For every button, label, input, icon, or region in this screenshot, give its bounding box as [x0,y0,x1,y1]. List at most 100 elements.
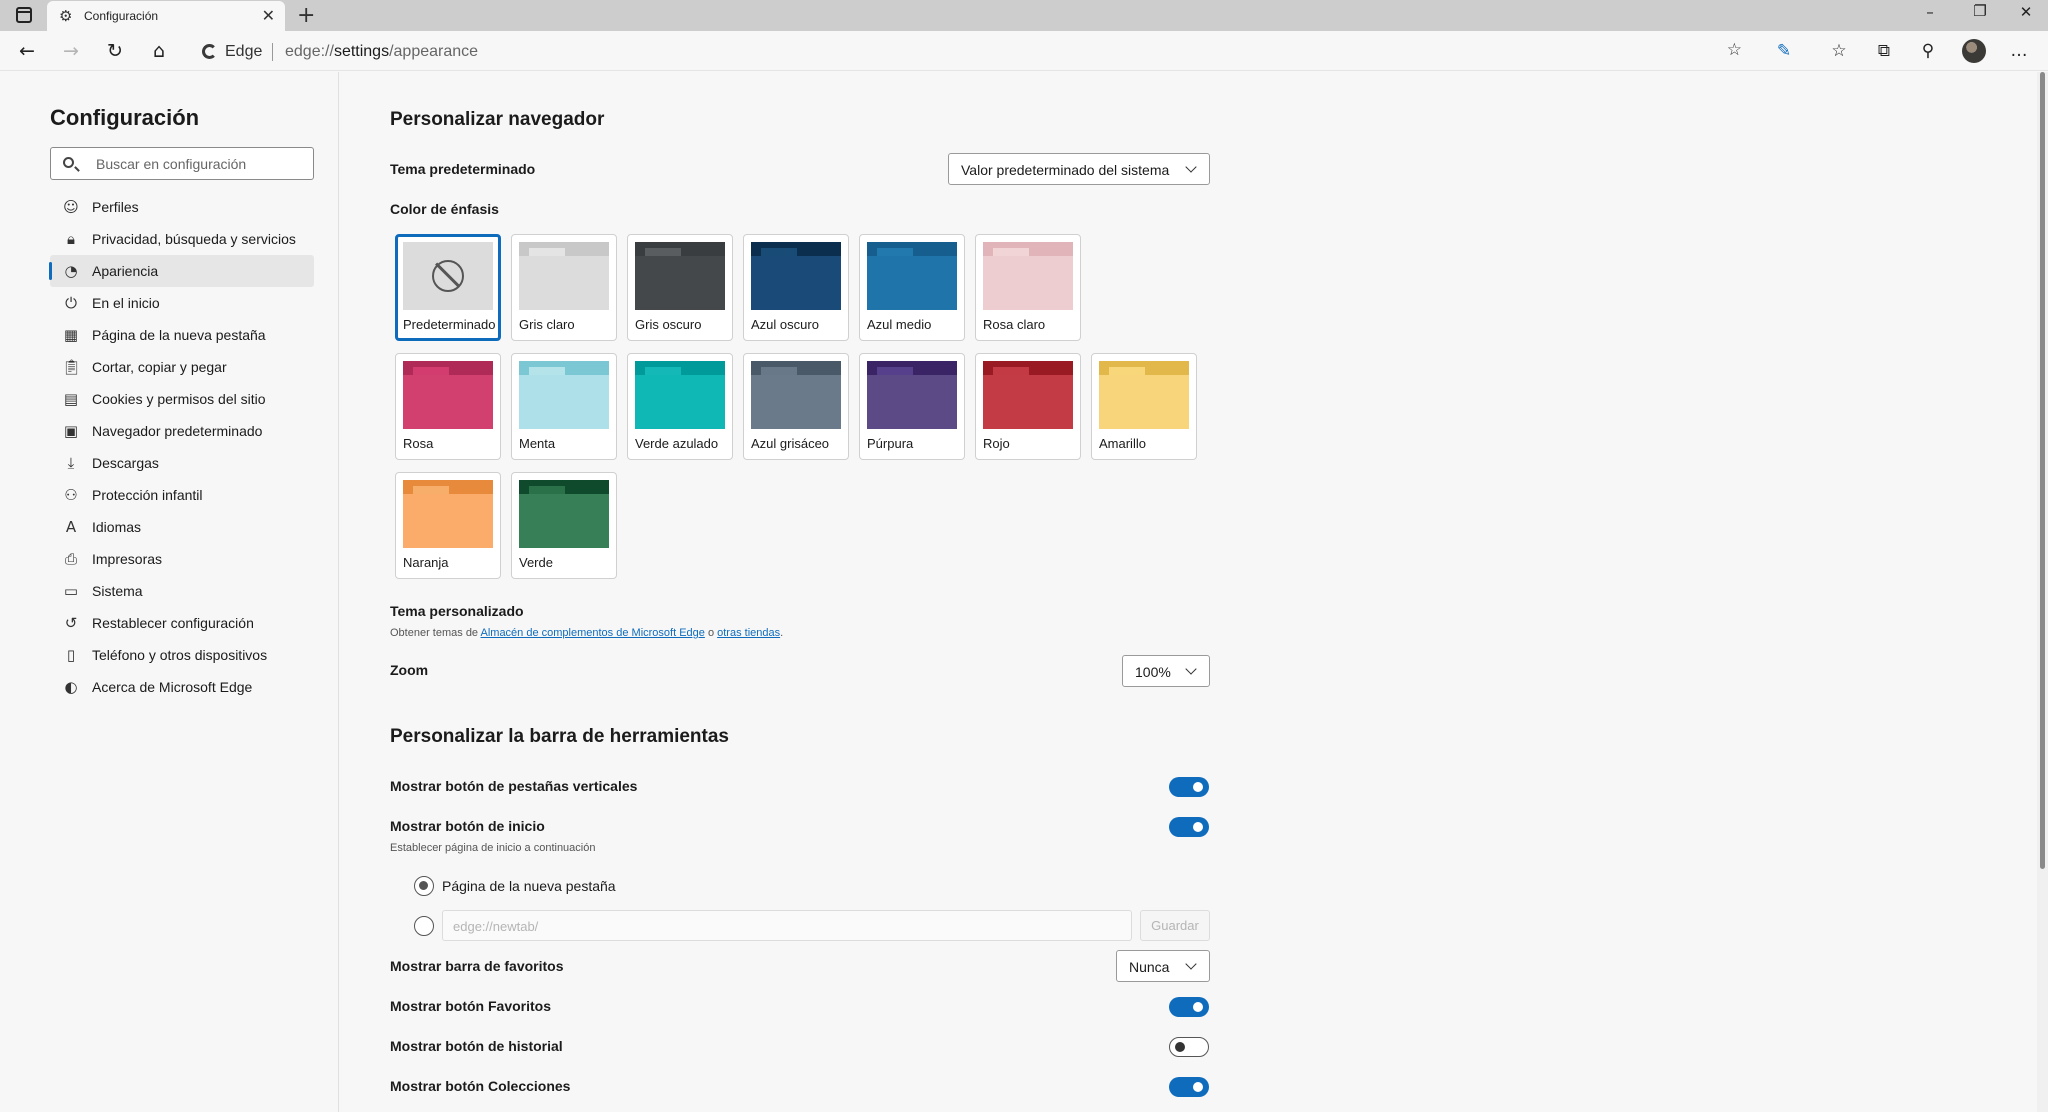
accent-swatch[interactable]: Naranja [395,472,501,579]
sidebar-item[interactable]: ▣ Navegador predeterminado [50,415,314,447]
profile-icon: ☺ [63,198,79,216]
accent-preview [635,242,725,310]
search-box[interactable] [50,147,314,180]
accent-swatch[interactable]: Predeterminado [395,234,501,341]
more-menu-icon[interactable]: … [2006,38,2032,64]
accent-swatch-label: Azul oscuro [751,317,819,332]
sidebar-item[interactable]: ▭ Sistema [50,575,314,607]
sidebar-item[interactable]: ⤓ Descargas [50,447,314,479]
sidebar-item-label: Acerca de Microsoft Edge [92,679,253,695]
accent-preview-part [413,367,449,375]
history-button-toggle[interactable] [1169,1037,1209,1057]
scrollbar[interactable] [2037,72,2048,1112]
sidebar-item[interactable]: 📋︎ Cortar, copiar y pegar [50,351,314,383]
sidebar-item[interactable]: ⏻ En el inicio [50,287,314,319]
accent-swatch[interactable]: Menta [511,353,617,460]
search-input[interactable] [96,154,306,174]
read-aloud-icon[interactable]: ✎ [1771,38,1797,64]
accent-swatch[interactable]: Azul medio [859,234,965,341]
accent-preview [403,361,493,429]
accent-swatch[interactable]: Rojo [975,353,1081,460]
sidebar-item[interactable]: ⚇ Protección infantil [50,479,314,511]
accent-preview-part [993,367,1029,375]
home-url-field[interactable] [442,910,1132,941]
accent-preview [751,242,841,310]
accent-swatch[interactable]: Gris claro [511,234,617,341]
accent-swatch[interactable]: Azul oscuro [743,234,849,341]
sidebar-item[interactable]: ⎙ Impresoras [50,543,314,575]
sidebar-item[interactable]: ▯ Teléfono y otros dispositivos [50,639,314,671]
accent-preview-part [403,494,493,548]
accent-preview [635,361,725,429]
favorites-icon[interactable]: ☆ [1826,38,1852,64]
save-button[interactable]: Guardar [1140,910,1210,941]
accent-preview-part [635,375,725,429]
accent-swatch[interactable]: Verde azulado [627,353,733,460]
sidebar-item-label: Sistema [92,583,143,599]
phone-icon: ▯ [66,646,76,664]
address-bar[interactable]: Edge edge://settings/appearance ☆ [190,34,1754,68]
tab-actions-icon[interactable] [16,7,32,23]
accent-preview-part [403,375,493,429]
addons-store-link[interactable]: Almacén de complementos de Microsoft Edg… [481,627,705,639]
accent-swatch[interactable]: Rosa claro [975,234,1081,341]
close-window-icon[interactable]: ✕ [2006,3,2046,27]
address-brand: Edge [225,43,263,60]
close-tab-icon[interactable]: ✕ [262,6,275,25]
sidebar-item[interactable]: A Idiomas [50,511,314,543]
refresh-icon[interactable]: ↻ [103,39,127,63]
scrollbar-thumb[interactable] [2040,72,2045,869]
sidebar-item[interactable]: ▤ Cookies y permisos del sitio [50,383,314,415]
favorites-bar-dropdown[interactable]: Nunca [1116,950,1210,982]
home-button-label: Mostrar botón de inicio [390,818,545,834]
accent-preview-part [761,248,797,256]
address-url[interactable]: edge://settings/appearance [285,43,478,61]
clipboard-icon: 📋︎ [62,358,82,376]
accent-swatch[interactable]: Gris oscuro [627,234,733,341]
home-button-toggle[interactable] [1169,817,1209,837]
accent-swatch-label: Menta [519,436,556,451]
back-icon[interactable]: ← [15,39,39,63]
avatar[interactable] [1962,39,1986,63]
minimize-icon[interactable]: – [1910,3,1950,27]
zoom-dropdown[interactable]: 100% [1122,655,1210,687]
section-title-customize-browser: Personalizar navegador [390,109,605,130]
toolbar: ← → ↻ ⌂ Edge edge://settings/appearance … [0,31,2048,71]
add-favorite-icon[interactable]: ☆ [1727,40,1742,60]
accent-preview-part [877,367,913,375]
zoom-label: Zoom [390,662,429,678]
home-url-input[interactable] [453,917,1113,935]
vertical-tabs-toggle[interactable] [1169,777,1209,797]
extensions-icon[interactable]: ⚲ [1915,38,1941,64]
accent-swatch[interactable]: Amarillo [1091,353,1197,460]
other-stores-link[interactable]: otras tiendas [717,627,780,639]
accent-swatch[interactable]: Verde [511,472,617,579]
radio-custom-url[interactable] [414,916,434,936]
sidebar-item[interactable]: ◔ Apariencia [49,255,314,287]
sidebar-item[interactable]: ↺ Restablecer configuración [50,607,314,639]
favorites-button-toggle[interactable] [1169,997,1209,1017]
theme-dropdown[interactable]: Valor predeterminado del sistema [948,153,1210,185]
sidebar-item[interactable]: 🔒︎ Privacidad, búsqueda y servicios [50,223,314,255]
accent-preview-part [867,375,957,429]
new-tab-icon[interactable]: + [297,3,315,28]
sidebar-item[interactable]: ◐ Acerca de Microsoft Edge [50,671,314,703]
restore-icon[interactable]: ❐ [1960,2,2000,26]
collections-icon[interactable]: ⧉ [1871,38,1897,64]
accent-swatch-label: Rojo [983,436,1010,451]
accent-swatch[interactable]: Rosa [395,353,501,460]
accent-swatch[interactable]: Púrpura [859,353,965,460]
accent-swatch[interactable]: Azul grisáceo [743,353,849,460]
tab-settings[interactable]: ⚙ Configuración ✕ [47,1,285,31]
radio-new-tab-page[interactable] [414,876,434,896]
collections-button-toggle[interactable] [1169,1077,1209,1097]
sidebar-item[interactable]: ☺ Perfiles [50,191,314,223]
accent-preview-part [867,256,957,310]
toggle-knob [1193,782,1203,792]
accent-preview [867,361,957,429]
forward-icon[interactable]: → [59,39,83,63]
home-icon[interactable]: ⌂ [147,39,171,63]
chevron-down-icon [1185,958,1197,970]
sidebar-item[interactable]: ▦ Página de la nueva pestaña [50,319,314,351]
main-content: Personalizar navegador Tema predetermina… [340,72,2030,1112]
